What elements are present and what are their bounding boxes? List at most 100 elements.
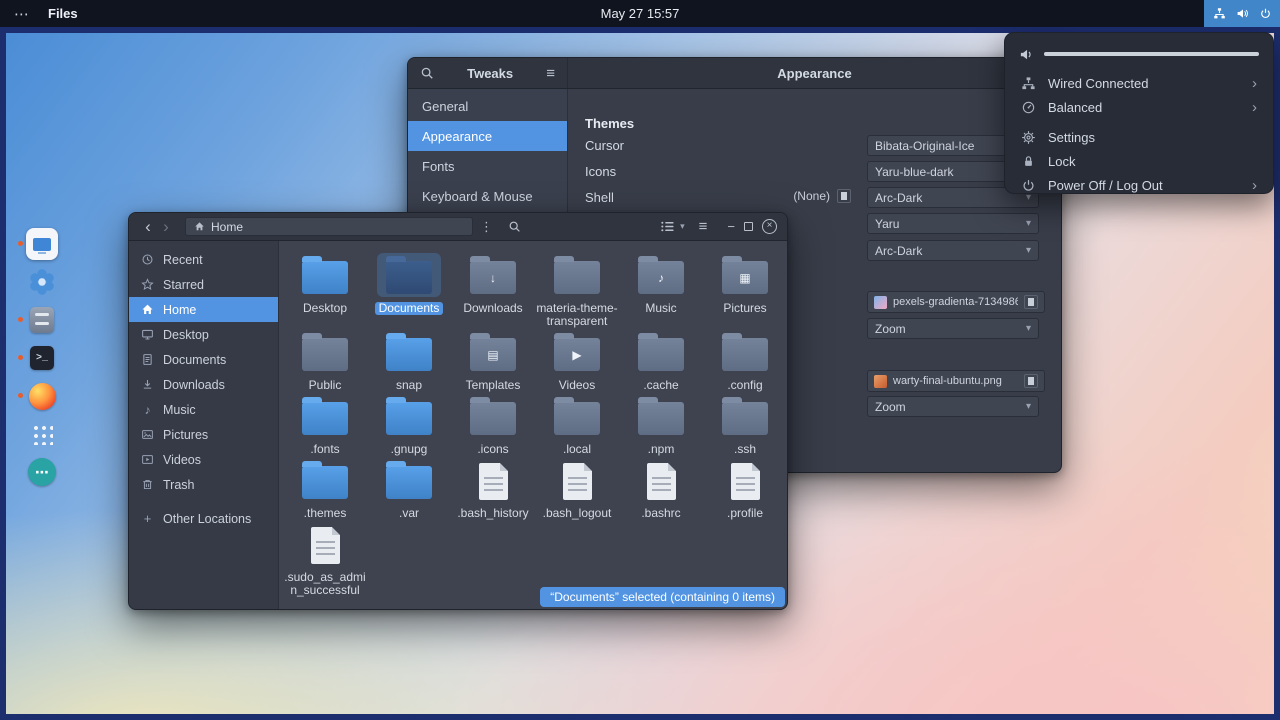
file-item[interactable]: .fonts — [283, 394, 367, 456]
file-page-icon[interactable] — [837, 189, 851, 203]
sidebar-item-downloads[interactable]: Downloads — [129, 372, 278, 397]
search-icon[interactable] — [420, 66, 434, 80]
sidebar-item-trash[interactable]: Trash — [129, 472, 278, 497]
file-icon — [713, 394, 777, 438]
tweaks-header[interactable]: Tweaks ≡ Appearance — [408, 58, 1061, 89]
menu-item-settings[interactable]: Settings — [1013, 125, 1265, 149]
file-item[interactable]: Documents — [367, 253, 451, 328]
chevron-right-icon: › — [1252, 177, 1257, 194]
file-item[interactable]: .bashrc — [619, 458, 703, 520]
path-bar[interactable]: Home — [185, 217, 473, 236]
file-icon — [713, 330, 777, 374]
maximize-button[interactable] — [744, 222, 753, 231]
file-item[interactable]: .config — [703, 330, 787, 392]
clock[interactable]: May 27 15:57 — [0, 6, 1280, 21]
shell-label: Shell — [585, 190, 614, 205]
file-item[interactable]: ▤ Templates — [451, 330, 535, 392]
file-item[interactable]: .local — [535, 394, 619, 456]
dock-app-files[interactable] — [26, 304, 58, 336]
background-adjustment-dropdown[interactable]: Zoom▾ — [867, 318, 1039, 339]
file-item[interactable]: .profile — [703, 458, 787, 520]
hamburger-menu-icon[interactable]: ≡ — [699, 218, 708, 235]
shell-none-note: (None) — [793, 189, 830, 203]
file-item[interactable]: ▦ Pictures — [703, 253, 787, 328]
file-item[interactable]: .icons — [451, 394, 535, 456]
tweaks-sidebar-keyboard-mouse[interactable]: Keyboard & Mouse — [408, 181, 567, 211]
lockscreen-image-button[interactable]: warty-final-ubuntu.png — [867, 370, 1045, 392]
dock-app-display-settings[interactable] — [26, 228, 58, 260]
sidebar-item-desktop[interactable]: Desktop — [129, 322, 278, 347]
close-button[interactable]: × — [762, 219, 777, 234]
dock-app-grid[interactable] — [26, 418, 58, 450]
file-item[interactable]: .gnupg — [367, 394, 451, 456]
file-item[interactable]: .bash_logout — [535, 458, 619, 520]
file-name-label: Videos — [559, 379, 595, 392]
file-item[interactable]: .npm — [619, 394, 703, 456]
file-item[interactable]: materia-theme-transparent — [535, 253, 619, 328]
dock-app-terminal[interactable]: >_ — [26, 342, 58, 374]
file-icon: ▤ — [461, 330, 525, 374]
menu-item-wired-connected[interactable]: Wired Connected › — [1013, 71, 1265, 95]
sidebar-item-recent[interactable]: Recent — [129, 247, 278, 272]
files-app-icon — [30, 307, 54, 333]
sidebar-item-pictures[interactable]: Pictures — [129, 422, 278, 447]
file-item[interactable]: ↓ Downloads — [451, 253, 535, 328]
file-item[interactable]: .cache — [619, 330, 703, 392]
home-icon — [194, 221, 205, 232]
music-note-icon: ♪ — [141, 403, 154, 417]
file-item[interactable]: Public — [283, 330, 367, 392]
file-item[interactable]: .var — [367, 458, 451, 520]
volume-slider[interactable] — [1044, 52, 1259, 56]
tweaks-sidebar-general[interactable]: General — [408, 91, 567, 121]
sound-theme-dropdown[interactable]: Yaru▾ — [867, 213, 1039, 234]
sidebar-item-music[interactable]: ♪ Music — [129, 397, 278, 422]
current-location: Home — [211, 220, 243, 234]
file-item[interactable]: .ssh — [703, 394, 787, 456]
view-toggle-button[interactable]: ▾ — [660, 219, 685, 234]
tweaks-sidebar-appearance[interactable]: Appearance — [408, 121, 567, 151]
sidebar-item-home[interactable]: Home — [129, 297, 278, 322]
volume-row — [1013, 43, 1265, 65]
volume-icon — [1236, 7, 1249, 20]
themes-section-title: Themes — [585, 116, 634, 131]
file-item[interactable]: ▶ Videos — [535, 330, 619, 392]
search-button[interactable] — [508, 220, 521, 233]
icons-label: Icons — [585, 164, 616, 179]
folder-emblem-icon: ▶ — [572, 348, 581, 362]
file-item[interactable]: snap — [367, 330, 451, 392]
chevron-down-icon: ▾ — [680, 221, 685, 232]
sidebar-item-other-locations[interactable]: + Other Locations — [129, 506, 278, 531]
file-name-label: Documents — [375, 302, 444, 315]
files-header[interactable]: ‹ › Home ⋮ ▾ ≡ − × — [129, 213, 787, 241]
menu-item-power-profile[interactable]: Balanced › — [1013, 95, 1265, 119]
file-item[interactable]: Desktop — [283, 253, 367, 328]
file-item[interactable]: .bash_history — [451, 458, 535, 520]
dock-app-firefox[interactable] — [26, 380, 58, 412]
back-button[interactable]: ‹ — [139, 217, 157, 237]
more-apps-icon: ⋯ — [28, 458, 56, 486]
sidebar-item-videos[interactable]: Videos — [129, 447, 278, 472]
menu-item-lock[interactable]: Lock — [1013, 149, 1265, 173]
sidebar-item-documents[interactable]: Documents — [129, 347, 278, 372]
path-options-kebab-icon[interactable]: ⋮ — [480, 219, 492, 235]
file-item[interactable]: ♪ Music — [619, 253, 703, 328]
tweaks-sidebar-fonts[interactable]: Fonts — [408, 151, 567, 181]
legacy-theme-dropdown[interactable]: Arc-Dark▾ — [867, 240, 1039, 261]
file-item[interactable]: .sudo_as_admin_successful — [283, 522, 367, 597]
file-item[interactable]: .themes — [283, 458, 367, 520]
folder-emblem-icon: ▤ — [487, 348, 498, 362]
dock-app-software[interactable] — [26, 266, 58, 298]
trash-icon — [141, 478, 154, 491]
minimize-button[interactable]: − — [727, 219, 735, 234]
dock-more-button[interactable]: ⋯ — [26, 456, 58, 488]
hamburger-menu-icon[interactable]: ≡ — [546, 65, 555, 82]
system-tray-button[interactable] — [1204, 0, 1280, 27]
lockscreen-adjustment-dropdown[interactable]: Zoom▾ — [867, 396, 1039, 417]
file-icon — [713, 458, 777, 502]
forward-button[interactable]: › — [157, 217, 175, 237]
power-icon — [1259, 7, 1272, 20]
sidebar-item-starred[interactable]: Starred — [129, 272, 278, 297]
running-indicator — [18, 317, 23, 322]
background-image-button[interactable]: pexels-gradienta-7134986.jpg — [867, 291, 1045, 313]
menu-item-power-off[interactable]: Power Off / Log Out › — [1013, 173, 1265, 197]
